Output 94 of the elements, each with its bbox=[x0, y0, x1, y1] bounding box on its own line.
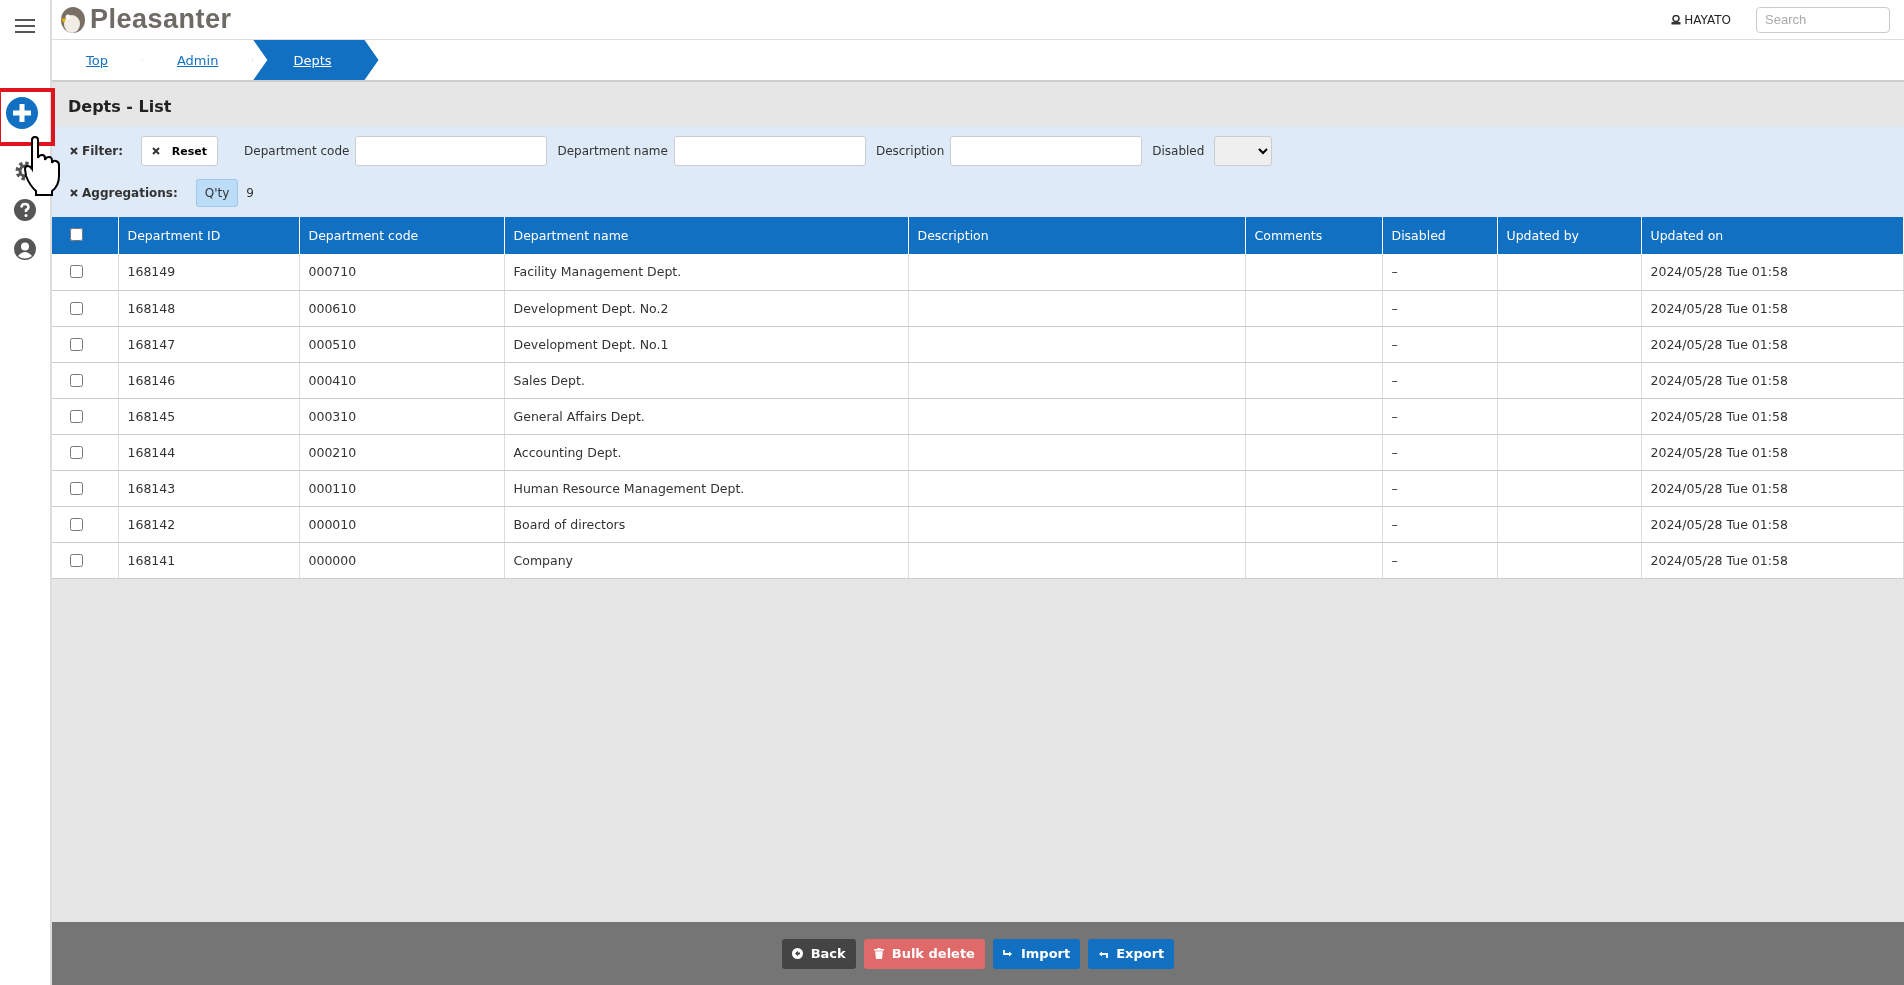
table-cell: – bbox=[1391, 408, 1398, 424]
filter-field-label: Department code bbox=[244, 144, 350, 158]
filter-field-label: Description bbox=[875, 144, 945, 158]
row-checkbox[interactable] bbox=[69, 481, 83, 495]
table-cell: 2024/05/28 Tue 01:58 bbox=[1650, 264, 1788, 280]
table-cell: 168149 bbox=[127, 264, 176, 280]
filter-input[interactable] bbox=[673, 136, 866, 166]
reset-button[interactable]: Reset bbox=[141, 136, 219, 166]
help-icon[interactable] bbox=[14, 199, 36, 221]
footer-button[interactable]: Bulk delete bbox=[863, 938, 985, 969]
column-header[interactable]: Disabled bbox=[1391, 228, 1446, 243]
filter-label[interactable]: Filter: bbox=[82, 144, 123, 158]
table-cell: Accounting Dept. bbox=[513, 444, 622, 460]
table-cell: 000000 bbox=[308, 552, 357, 568]
table-cell: 168144 bbox=[127, 444, 176, 460]
user-name[interactable]: HAYATO bbox=[1684, 12, 1731, 27]
row-checkbox[interactable] bbox=[69, 445, 83, 459]
table-cell: 000510 bbox=[308, 336, 357, 352]
bird-logo-icon bbox=[58, 4, 86, 35]
row-checkbox[interactable] bbox=[69, 517, 83, 531]
table-cell: 000410 bbox=[308, 372, 357, 388]
close-icon[interactable] bbox=[70, 189, 78, 197]
breadcrumb-link[interactable]: Top bbox=[52, 40, 143, 80]
table-cell: 000710 bbox=[308, 264, 357, 280]
table-cell: – bbox=[1391, 372, 1398, 388]
close-icon[interactable] bbox=[70, 147, 78, 155]
filter-input[interactable] bbox=[950, 136, 1143, 166]
table-cell: 168148 bbox=[127, 300, 176, 316]
table-cell: 2024/05/28 Tue 01:58 bbox=[1650, 300, 1788, 316]
table-cell: Development Dept. No.1 bbox=[513, 336, 669, 352]
menu-icon[interactable] bbox=[15, 19, 35, 33]
table-cell: – bbox=[1391, 480, 1398, 496]
breadcrumb-link[interactable]: Depts bbox=[253, 40, 379, 80]
table-cell: 2024/05/28 Tue 01:58 bbox=[1650, 336, 1788, 352]
row-checkbox[interactable] bbox=[69, 337, 83, 351]
breadcrumb-link[interactable]: Admin bbox=[142, 40, 254, 80]
table-cell: General Affairs Dept. bbox=[513, 408, 645, 424]
filter-field-label: Disabled bbox=[1152, 144, 1205, 158]
table-cell: – bbox=[1391, 336, 1398, 352]
back-icon bbox=[791, 948, 803, 959]
select-all-checkbox[interactable] bbox=[69, 228, 83, 241]
table-cell: 2024/05/28 Tue 01:58 bbox=[1650, 372, 1788, 388]
table-cell: – bbox=[1391, 552, 1398, 568]
table-cell: 000610 bbox=[308, 300, 357, 316]
row-checkbox[interactable] bbox=[69, 373, 83, 387]
table-cell: 2024/05/28 Tue 01:58 bbox=[1650, 516, 1788, 532]
table-cell: – bbox=[1391, 300, 1398, 316]
table-cell: 168143 bbox=[127, 480, 176, 496]
column-header[interactable]: Department name bbox=[513, 228, 629, 243]
user-icon bbox=[1671, 14, 1682, 25]
import-icon bbox=[1002, 948, 1013, 959]
table-cell: 000110 bbox=[308, 480, 357, 496]
table-cell: 2024/05/28 Tue 01:58 bbox=[1650, 444, 1788, 460]
close-icon bbox=[152, 146, 160, 155]
search-field[interactable]: Search bbox=[1756, 6, 1890, 33]
table-cell: 000210 bbox=[308, 444, 357, 460]
aggregation-tag[interactable]: Q'ty bbox=[195, 179, 239, 207]
aggregations-label[interactable]: Aggregations: bbox=[82, 186, 178, 200]
footer-button[interactable]: Export bbox=[1088, 938, 1175, 969]
row-checkbox[interactable] bbox=[69, 265, 83, 278]
footer-button[interactable]: Back bbox=[781, 938, 856, 969]
table-cell: – bbox=[1391, 264, 1398, 280]
table-cell: 168142 bbox=[127, 516, 176, 532]
row-checkbox[interactable] bbox=[69, 553, 83, 567]
table-cell: 2024/05/28 Tue 01:58 bbox=[1650, 408, 1788, 424]
user-icon[interactable] bbox=[14, 238, 36, 260]
filter-input[interactable] bbox=[355, 136, 548, 166]
page-title: Depts - List bbox=[67, 96, 173, 118]
trash-icon bbox=[873, 948, 884, 959]
column-header[interactable]: Updated on bbox=[1650, 228, 1724, 243]
table-cell: Board of directors bbox=[513, 516, 626, 532]
filter-field-label: Department name bbox=[557, 144, 668, 158]
table-cell: 000310 bbox=[308, 408, 357, 424]
row-checkbox[interactable] bbox=[69, 409, 83, 423]
aggregation-count: 9 bbox=[246, 186, 254, 200]
table-cell: 168147 bbox=[127, 336, 176, 352]
table-cell: 168145 bbox=[127, 408, 176, 424]
table-cell: 2024/05/28 Tue 01:58 bbox=[1650, 552, 1788, 568]
app-logo-text: Pleasanter bbox=[90, 4, 232, 35]
table-cell: – bbox=[1391, 444, 1398, 460]
table-cell: Sales Dept. bbox=[513, 372, 585, 388]
footer-button[interactable]: Import bbox=[992, 938, 1081, 969]
column-header[interactable]: Description bbox=[917, 228, 989, 243]
table-cell: 168146 bbox=[127, 372, 176, 388]
table-cell: Company bbox=[513, 552, 573, 568]
table-cell: 2024/05/28 Tue 01:58 bbox=[1650, 480, 1788, 496]
table-cell: Development Dept. No.2 bbox=[513, 300, 669, 316]
row-checkbox[interactable] bbox=[69, 301, 83, 315]
table-cell: – bbox=[1391, 516, 1398, 532]
table-cell: 168141 bbox=[127, 552, 176, 568]
table-cell: Human Resource Management Dept. bbox=[513, 480, 745, 496]
table-cell: 000010 bbox=[308, 516, 357, 532]
table-cell: Facility Management Dept. bbox=[513, 264, 682, 280]
add-icon[interactable] bbox=[6, 97, 38, 129]
